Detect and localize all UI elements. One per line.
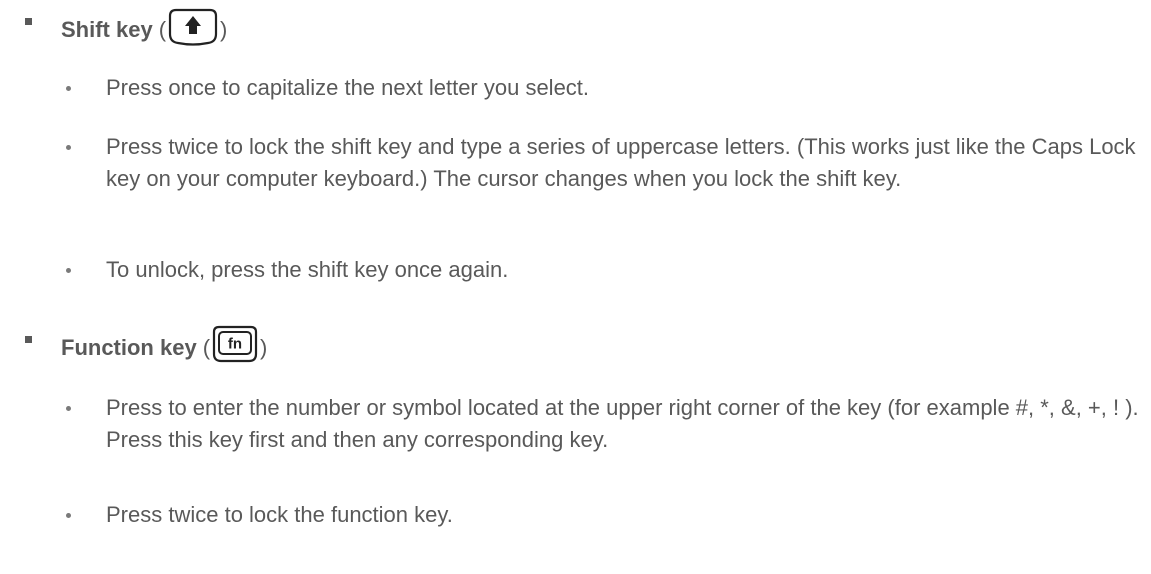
- fn-key-icon: fn: [210, 324, 260, 371]
- fn-key-label: fn: [228, 336, 242, 353]
- shift-key-title: Shift key: [61, 16, 153, 42]
- shift-paren-close: ): [220, 16, 228, 42]
- shift-key-heading: Shift key ( ): [61, 6, 227, 53]
- shift-item-2-bullet: [66, 145, 71, 150]
- shift-item-3: To unlock, press the shift key once agai…: [106, 257, 509, 282]
- shift-key-bullet: [25, 18, 32, 25]
- function-item-2: Press twice to lock the function key.: [106, 502, 453, 527]
- shift-item-3-bullet: [66, 268, 71, 273]
- function-key-title: Function key: [61, 334, 197, 360]
- function-paren-open: (: [202, 334, 211, 360]
- shift-item-1-bullet: [66, 86, 71, 91]
- function-item-1: Press to enter the number or symbol loca…: [106, 395, 1139, 452]
- shift-item-2: Press twice to lock the shift key and ty…: [106, 134, 1136, 191]
- shift-arrow-icon: [166, 6, 220, 53]
- function-key-bullet: [25, 336, 32, 343]
- function-item-1-bullet: [66, 406, 71, 411]
- shift-paren-open: (: [158, 16, 167, 42]
- function-key-heading: Function key ( fn ): [61, 324, 267, 371]
- shift-item-1: Press once to capitalize the next letter…: [106, 75, 590, 100]
- function-paren-close: ): [260, 334, 268, 360]
- function-item-2-bullet: [66, 513, 71, 518]
